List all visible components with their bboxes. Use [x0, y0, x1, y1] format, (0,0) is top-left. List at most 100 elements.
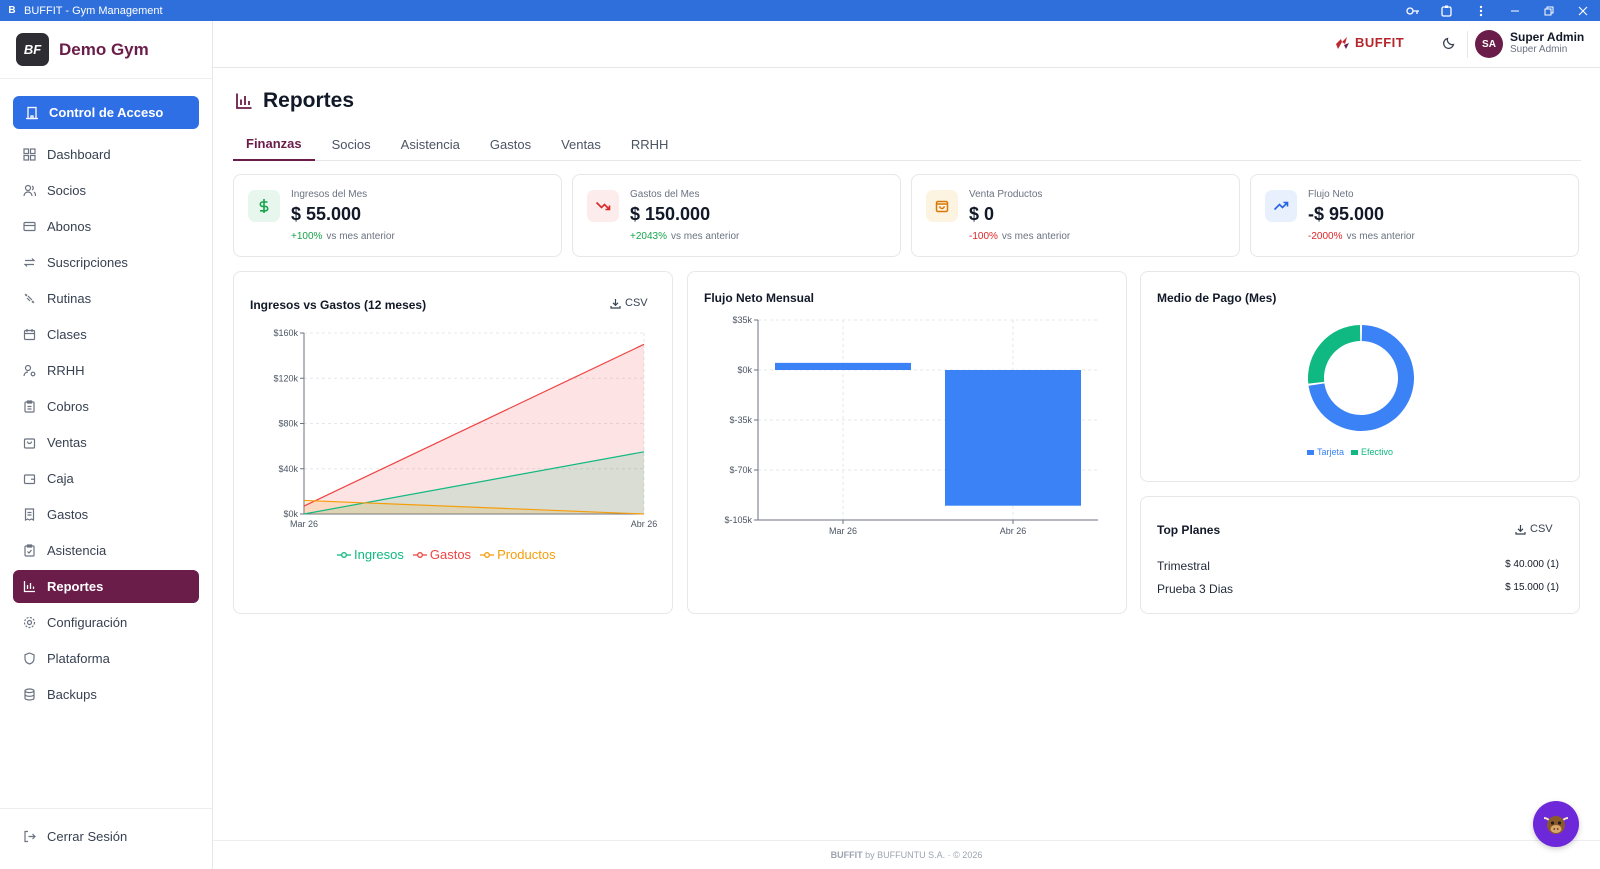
plan-value: $ 15.000 (1)	[1505, 582, 1559, 593]
kpi-delta: -100% vs mes anterior	[969, 231, 1070, 242]
card-title: Medio de Pago (Mes)	[1157, 291, 1277, 305]
kpi-card-income: Ingresos del Mes $ 55.000 +100% vs mes an…	[233, 174, 562, 257]
csv-download-button[interactable]: CSV	[1515, 523, 1553, 535]
shield-icon	[24, 652, 35, 665]
bag-icon	[23, 438, 36, 449]
sidebar-item-caja[interactable]: Caja	[13, 462, 199, 495]
kpi-delta: +100% vs mes anterior	[291, 231, 395, 242]
kpi-suffix: vs mes anterior	[1001, 231, 1071, 242]
tab-ventas[interactable]: Ventas	[548, 127, 614, 161]
kpi-value: $ 0	[969, 204, 995, 224]
brand[interactable]: BF Demo Gym	[0, 21, 212, 79]
sidebar-item-socios[interactable]: Socios	[13, 174, 199, 207]
sidebar-item-rrhh[interactable]: RRHH	[13, 354, 199, 387]
sidebar-item-backups[interactable]: Backups	[13, 678, 199, 711]
legend-label: Productos	[497, 547, 556, 562]
legend-label: Efectivo	[1361, 447, 1394, 457]
sidebar-item-label: Gastos	[47, 507, 89, 522]
more-icon[interactable]	[1464, 0, 1498, 21]
legend-swatch	[1307, 449, 1314, 455]
line-marker-icon	[337, 551, 351, 558]
legend-label: Gastos	[429, 547, 472, 562]
sidebar-item-label: Plataforma	[47, 651, 110, 666]
divider	[1467, 31, 1468, 58]
legend-item-productos[interactable]: Productos	[480, 547, 556, 562]
legend-item-ingresos[interactable]: Ingresos	[337, 547, 404, 562]
window-title-bar: B BUFFIT - Gym Management	[0, 0, 1600, 21]
dark-mode-toggle[interactable]	[1442, 36, 1456, 55]
key-icon[interactable]	[1396, 0, 1430, 21]
sidebar-item-configuracion[interactable]: Configuración	[13, 606, 199, 639]
sidebar-nav: Dashboard Socios Abonos Suscripciones Ru…	[13, 138, 199, 714]
sidebar-item-abonos[interactable]: Abonos	[13, 210, 199, 243]
y-tick-label: $40k	[278, 464, 298, 474]
sidebar-item-clases[interactable]: Clases	[13, 318, 199, 351]
x-tick-label: Mar 26	[290, 519, 318, 529]
sidebar-item-label: Abonos	[47, 219, 92, 234]
minimize-icon[interactable]	[1498, 0, 1532, 21]
donut-legend: Tarjeta Efectivo	[1307, 447, 1400, 457]
legend-item-efectivo[interactable]: Efectivo	[1351, 447, 1393, 457]
y-tick-label: $0k	[283, 509, 298, 519]
wallet-icon	[23, 474, 36, 485]
calendar-icon	[23, 329, 36, 341]
sidebar-item-label: Clases	[47, 327, 87, 342]
download-icon	[610, 298, 621, 309]
sidebar-item-asistencia[interactable]: Asistencia	[13, 534, 199, 567]
footer: BUFFIT by BUFFUNTU S.A. · © 2026	[213, 840, 1600, 869]
buffit-mark-icon	[1336, 36, 1349, 49]
tab-gastos[interactable]: Gastos	[477, 127, 544, 161]
close-icon[interactable]	[1566, 0, 1600, 21]
slice-efectivo	[1308, 325, 1361, 384]
kpi-change: -100%	[969, 231, 998, 242]
assistant-bot-button[interactable]	[1533, 801, 1579, 847]
grid-icon	[23, 148, 36, 161]
kpi-value: $ 55.000	[291, 204, 362, 224]
bull-mascot-icon	[1543, 816, 1569, 834]
sidebar-item-plataforma[interactable]: Plataforma	[13, 642, 199, 675]
income-vs-expenses-chart: $0k $40k $80k $120k $160k Mar 26 Abr 26	[273, 328, 657, 529]
y-tick-label: $120k	[273, 373, 298, 383]
clipboard-check-icon	[24, 544, 35, 557]
tab-asistencia[interactable]: Asistencia	[388, 127, 473, 161]
user-name[interactable]: Super Admin	[1510, 30, 1584, 44]
buffit-brand-text: BUFFIT	[1355, 35, 1405, 50]
payment-method-donut	[1308, 325, 1414, 431]
sidebar-item-label: Asistencia	[47, 543, 107, 558]
users-icon	[23, 184, 36, 197]
tab-finanzas[interactable]: Finanzas	[233, 127, 315, 161]
logout-button[interactable]: Cerrar Sesión	[13, 820, 199, 853]
plan-name: Prueba 3 Dias	[1157, 582, 1234, 596]
shopping-bag-icon	[926, 190, 958, 222]
csv-download-button[interactable]: CSV	[610, 297, 648, 309]
bar-chart-icon	[236, 93, 252, 109]
access-control-button[interactable]: Control de Acceso	[13, 96, 199, 129]
footer-brand: BUFFIT	[830, 850, 863, 860]
brand-name: Demo Gym	[59, 39, 149, 59]
sidebar-item-gastos[interactable]: Gastos	[13, 498, 199, 531]
legend-item-gastos[interactable]: Gastos	[412, 547, 472, 562]
top-plans-card: Top Planes CSV Trimestral $ 40.000 (1) P…	[1140, 496, 1580, 614]
sidebar-item-dashboard[interactable]: Dashboard	[13, 138, 199, 171]
sidebar-item-rutinas[interactable]: Rutinas	[13, 282, 199, 315]
sidebar-item-suscripciones[interactable]: Suscripciones	[13, 246, 199, 279]
sidebar-item-ventas[interactable]: Ventas	[13, 426, 199, 459]
net-flow-card: Flujo Neto Mensual $35k $0k $-35k $-70k $-10…	[687, 271, 1127, 614]
report-tabs: Finanzas Socios Asistencia Gastos Ventas…	[233, 127, 1581, 161]
dumbbell-icon	[24, 293, 35, 304]
avatar[interactable]: SA	[1475, 30, 1503, 58]
sidebar-item-reportes[interactable]: Reportes	[13, 570, 199, 603]
legend-item-tarjeta[interactable]: Tarjeta	[1307, 447, 1344, 457]
receipt-icon	[24, 508, 35, 521]
app-logo-icon: B	[8, 4, 16, 16]
logout-icon	[24, 830, 36, 843]
trending-down-icon	[587, 190, 619, 222]
tab-socios[interactable]: Socios	[319, 127, 384, 161]
y-tick-label: $80k	[278, 419, 298, 429]
kpi-card-net-flow: Flujo Neto -$ 95.000 -2000% vs mes anteri…	[1250, 174, 1579, 257]
restore-icon[interactable]	[1532, 0, 1566, 21]
kpi-label: Gastos del Mes	[630, 189, 700, 200]
tab-rrhh[interactable]: RRHH	[618, 127, 682, 161]
extension-icon[interactable]	[1430, 0, 1464, 21]
sidebar-item-cobros[interactable]: Cobros	[13, 390, 199, 423]
